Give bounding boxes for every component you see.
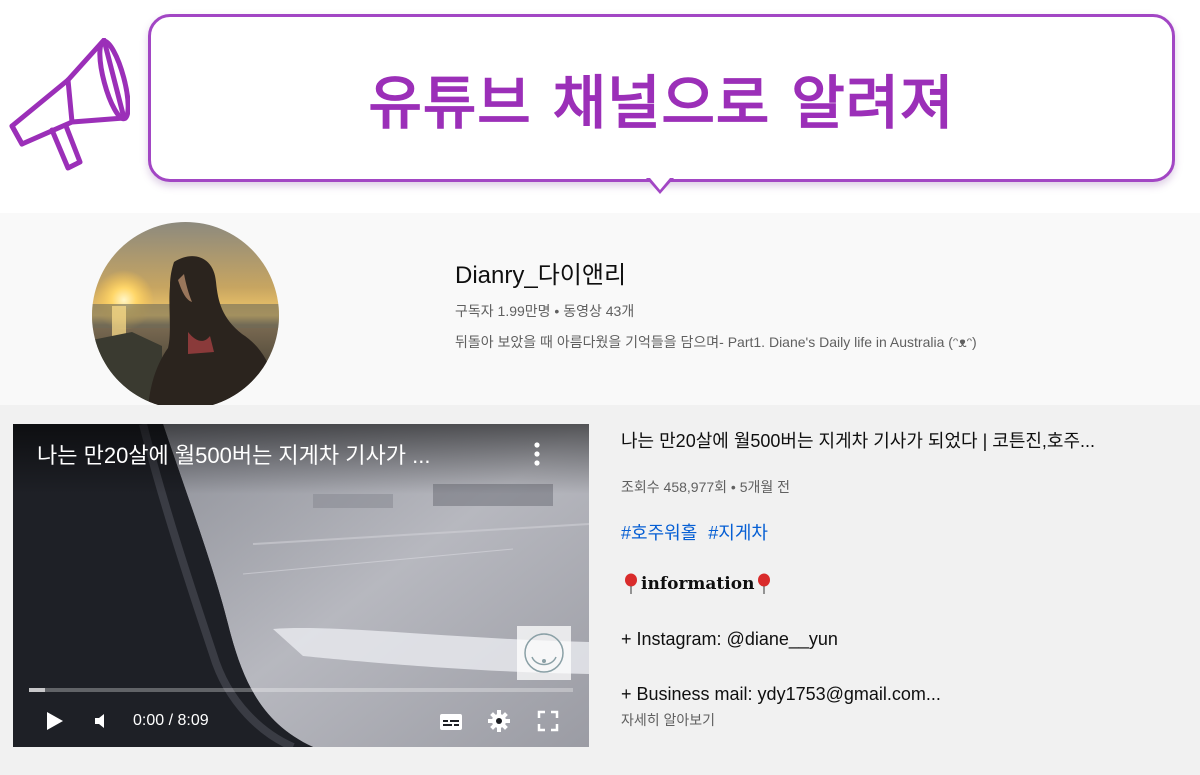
banner: 유튜브 채널으로 알려져	[0, 0, 1200, 213]
channel-name[interactable]: Dianry_다이앤리	[455, 255, 626, 290]
banner-title: 유튜브 채널으로 알려져	[368, 69, 955, 137]
balloon-icon	[625, 573, 637, 594]
information-heading: information	[621, 573, 774, 595]
video-player[interactable]: 나는 만20살에 월500버는 지게차 기사가 ... 0:00 / 8:09	[13, 424, 589, 747]
hashtag-link[interactable]: #지게차	[708, 523, 768, 543]
settings-gear-icon[interactable]	[488, 710, 510, 732]
business-mail-line: + Business mail: ydy1753@gmail.com...	[621, 684, 941, 704]
channel-header: Dianry_다이앤리 구독자 1.99만명 • 동영상 43개 뒤돌아 보았을…	[0, 213, 1200, 409]
speech-bubble-tail-inner	[650, 178, 670, 190]
hashtag-list: #호주워홀 #지게차	[621, 519, 774, 545]
channel-watermark[interactable]	[517, 626, 571, 680]
play-icon[interactable]	[41, 708, 67, 734]
time-display: 0:00 / 8:09	[133, 712, 209, 729]
video-title[interactable]: 나는 만20살에 월500버는 지게차 기사가 되었다 | 코튼진,호주...	[621, 427, 1095, 453]
video-meta: 조회수 458,977회 • 5개월 전	[621, 479, 791, 495]
video-section: 나는 만20살에 월500버는 지게차 기사가 ... 0:00 / 8:09	[0, 405, 1200, 775]
watermark-logo-icon	[524, 633, 564, 673]
fullscreen-icon[interactable]	[537, 710, 559, 732]
volume-icon[interactable]	[91, 710, 113, 732]
more-options-icon[interactable]	[527, 440, 547, 468]
instagram-line: + Instagram: @diane__yun	[621, 629, 838, 649]
hashtag-link[interactable]: #호주워홀	[621, 523, 697, 543]
channel-avatar[interactable]	[92, 222, 279, 409]
progress-bar[interactable]	[29, 688, 573, 692]
information-text: information	[641, 574, 755, 594]
megaphone-icon	[9, 38, 130, 171]
video-thumbnail	[13, 424, 589, 747]
avatar-image	[92, 222, 279, 409]
read-more-link[interactable]: 자세히 알아보기	[621, 710, 715, 730]
player-title[interactable]: 나는 만20살에 월500버는 지게차 기사가 ...	[37, 438, 430, 470]
balloon-icon	[758, 573, 771, 594]
channel-description: 뒤돌아 보았을 때 아름다웠을 기억들을 담으며- Part1. Diane's…	[455, 334, 977, 350]
speech-bubble: 유튜브 채널으로 알려져	[148, 14, 1175, 182]
channel-stats: 구독자 1.99만명 • 동영상 43개	[455, 303, 635, 319]
subtitles-icon[interactable]	[439, 712, 463, 732]
progress-bar-fill	[29, 688, 46, 692]
